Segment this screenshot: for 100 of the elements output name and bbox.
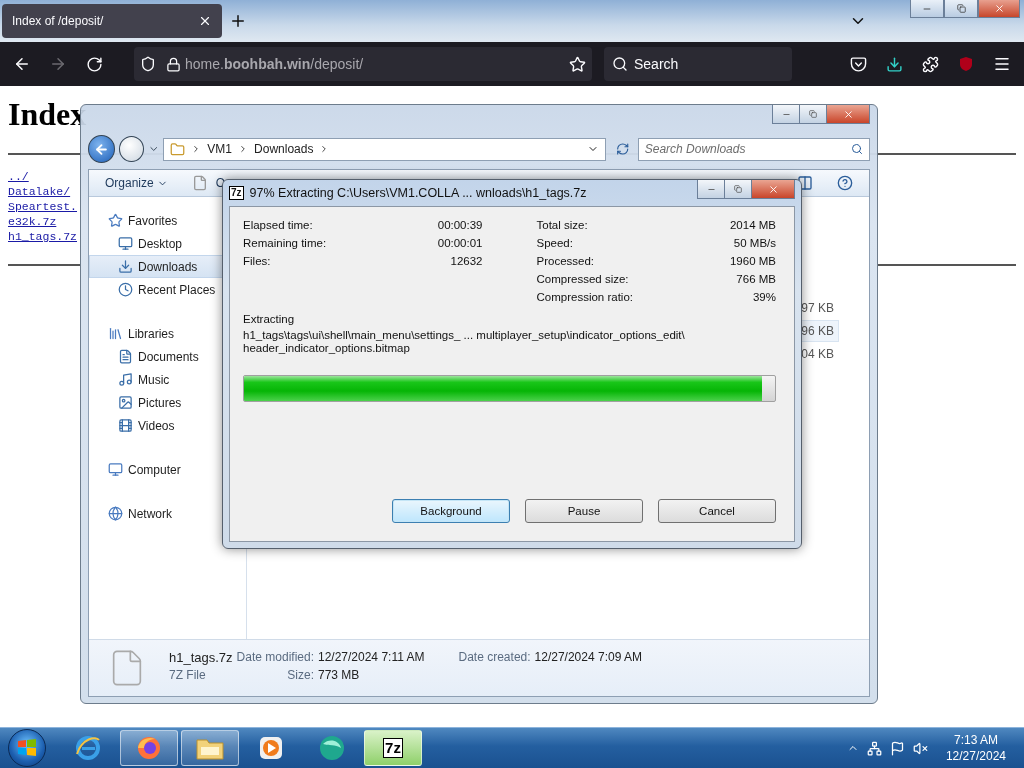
close-icon[interactable]	[198, 14, 212, 28]
file-path: h1_tags\tags\ui\shell\main_menu\settings_ ... multiplayer_setup\indicator_options_edit\	[243, 329, 686, 342]
volume-muted-icon[interactable]	[912, 740, 928, 756]
forward-icon[interactable]	[49, 55, 67, 73]
lock-icon	[166, 56, 181, 72]
bookmark-star-icon[interactable]	[569, 55, 586, 73]
new-tab-icon[interactable]	[229, 12, 247, 30]
stat-label: Speed:	[536, 237, 574, 251]
stat-value: 1960 MB	[729, 255, 776, 269]
flag-icon[interactable]	[889, 740, 905, 756]
maximize-button[interactable]	[799, 105, 827, 124]
nav-icon	[118, 395, 133, 410]
stat-label: Total size:	[536, 219, 589, 233]
detail-value: 773 MB	[318, 668, 361, 684]
close-icon	[767, 183, 779, 195]
detail-label: Date modified:	[236, 650, 314, 666]
shield-icon	[140, 56, 156, 72]
taskbar-app[interactable]: 7z	[364, 730, 422, 766]
detail-label: Date created:	[458, 650, 531, 666]
nav-item[interactable]: Computer	[89, 458, 246, 481]
close-icon	[993, 3, 1005, 14]
minimize-button[interactable]	[910, 0, 944, 18]
status-text: Extracting	[243, 313, 296, 325]
dialog-button[interactable]: Cancel	[658, 499, 776, 523]
organize-button[interactable]: Organize	[105, 176, 168, 190]
nav-icon	[118, 259, 133, 274]
dialog-button[interactable]: Pause	[525, 499, 643, 523]
close-icon	[842, 108, 854, 120]
back-icon[interactable]	[13, 55, 31, 73]
browser-tab[interactable]: Index of /deposit/	[2, 4, 222, 38]
detail-value: 12/27/2024 7:09 AM	[534, 650, 642, 666]
nav-icon	[118, 349, 133, 364]
file-type: 7Z File	[169, 668, 207, 684]
stat-label: Files:	[243, 255, 272, 269]
file-icon	[191, 175, 208, 191]
stat-value: 00:00:39	[437, 219, 483, 233]
stat-label: Remaining time:	[243, 237, 328, 251]
restore-button[interactable]	[944, 0, 978, 18]
taskbar-app[interactable]	[181, 730, 239, 766]
network-icon[interactable]	[866, 740, 882, 756]
stat-value: 12632	[449, 255, 483, 269]
address-field[interactable]: home.boohbah.win/deposit/	[134, 47, 592, 81]
nav-icon	[118, 372, 133, 387]
forward-button[interactable]	[118, 136, 144, 162]
nav-icon	[118, 418, 133, 433]
windows-logo-icon	[17, 738, 37, 758]
start-button[interactable]	[8, 729, 46, 767]
back-button[interactable]	[88, 135, 115, 163]
restore-icon	[809, 110, 817, 118]
app-logo: 7z	[229, 186, 244, 200]
nav-icon	[108, 213, 123, 228]
file-link[interactable]: h1_tags.7z	[8, 229, 77, 244]
refresh-icon[interactable]	[616, 142, 630, 156]
stat-value: 39%	[751, 291, 776, 305]
stat-value: 00:00:01	[437, 237, 483, 251]
search-field[interactable]: Search Downloads	[637, 137, 870, 161]
nav-icon	[118, 236, 133, 251]
file-name: h1_tags.7z	[169, 650, 233, 667]
search-field[interactable]: Search	[604, 47, 792, 81]
taskbar-app[interactable]	[120, 730, 178, 766]
nav-item[interactable]: Pictures	[89, 391, 246, 414]
minimize-button[interactable]	[697, 180, 725, 199]
file-link[interactable]: ../	[8, 169, 29, 184]
reload-icon[interactable]	[85, 55, 103, 73]
nav-icon	[108, 326, 123, 341]
menu-icon[interactable]	[993, 55, 1011, 73]
minimize-button[interactable]	[772, 105, 800, 124]
dialog-button[interactable]: Background	[392, 499, 510, 523]
stat-label: Compression ratio:	[536, 291, 634, 305]
extensions-icon[interactable]	[921, 55, 939, 73]
nav-item[interactable]: Videos	[89, 414, 246, 437]
help-icon[interactable]	[837, 175, 853, 191]
stat-label: Processed:	[536, 255, 596, 269]
back-icon	[93, 141, 109, 157]
breadcrumb-item[interactable]: Downloads	[254, 142, 314, 156]
preview-pane-icon[interactable]	[797, 175, 813, 191]
download-icon[interactable]	[885, 55, 903, 73]
nav-item[interactable]: Music	[89, 368, 246, 391]
search-icon	[612, 56, 628, 72]
detail-label: Size:	[286, 668, 314, 684]
file-link[interactable]: Datalake/	[8, 184, 71, 199]
media-player-icon	[258, 735, 284, 761]
globe-app-icon	[317, 734, 347, 762]
clock[interactable]: 7:13 AM 12/27/2024	[945, 732, 1006, 764]
pocket-icon[interactable]	[849, 55, 867, 73]
page-heading: Index	[8, 96, 87, 133]
nav-item[interactable]: Recent Places	[89, 278, 246, 301]
app-logo: 7z	[383, 738, 403, 758]
nav-item[interactable]: Network	[89, 502, 246, 525]
breadcrumb-item[interactable]: VM1	[207, 142, 233, 156]
maximize-button[interactable]	[724, 180, 752, 199]
firefox-icon	[135, 734, 163, 762]
file-link[interactable]: e32k.7z	[8, 214, 57, 229]
restore-icon	[734, 185, 742, 193]
address-bar[interactable]: VM1 Downloads	[163, 137, 607, 161]
file-link[interactable]: Speartest.	[8, 199, 77, 214]
nav-icon	[108, 462, 123, 477]
nav-icon	[118, 282, 133, 297]
restore-icon	[956, 4, 966, 13]
shield-extension-icon[interactable]	[958, 56, 974, 72]
